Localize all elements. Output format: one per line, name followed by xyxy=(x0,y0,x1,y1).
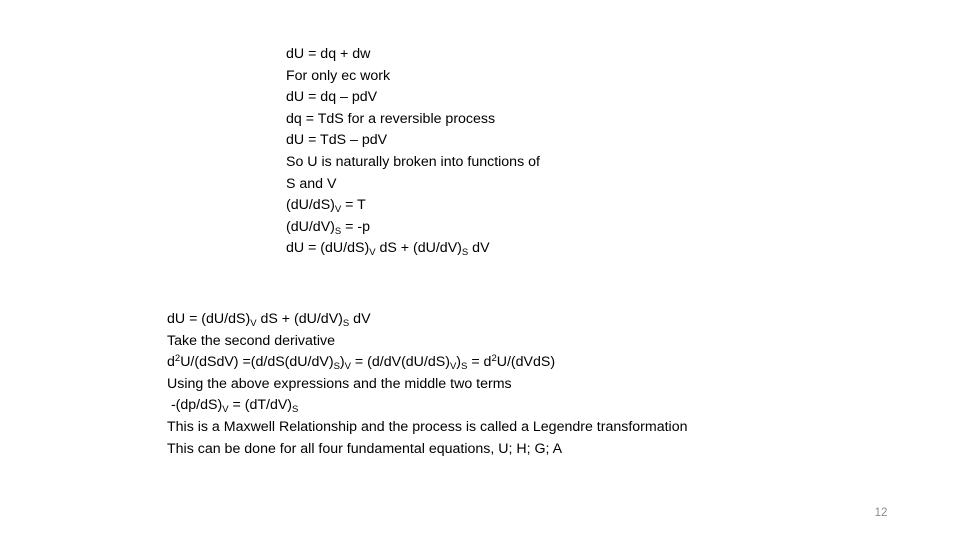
text-line: Take the second derivative xyxy=(167,332,335,349)
text-line: Using the above expressions and the midd… xyxy=(167,375,512,392)
equation-line: dU = (dU/dS)V dS + (dU/dV)S dV xyxy=(167,311,371,329)
text-line: dU = dq – pdV xyxy=(286,89,378,106)
equations-block-bottom: dU = (dU/dS)V dS + (dU/dV)S dV Take the … xyxy=(167,309,687,460)
text-line: This can be done for all four fundamenta… xyxy=(167,440,563,457)
slide-number: 12 xyxy=(874,507,888,519)
equation-line: d2U/(dSdV) =(d/dS(dU/dV)S)V = (d/dV(dU/d… xyxy=(167,353,556,373)
text-line: This is a Maxwell Relationship and the p… xyxy=(167,418,688,435)
text-line: For only ec work xyxy=(286,67,391,84)
equation-line: (dU/dV)S = -p xyxy=(286,218,371,237)
equation-line: dU = (dU/dS)V dS + (dU/dV)S dV xyxy=(286,240,490,259)
equation-line: (dU/dS)V = T xyxy=(286,197,366,216)
text-line: S and V xyxy=(286,175,337,192)
text-line: dq = TdS for a reversible process xyxy=(286,110,496,127)
text-line: dU = dq + dw xyxy=(286,46,371,62)
equations-block-top: dU = dq + dw For only ec work dU = dq – … xyxy=(286,44,540,260)
text-line: dU = TdS – pdV xyxy=(286,132,388,149)
equation-line: -(dp/dS)V = (dT/dV)S xyxy=(167,397,299,416)
text-line: So U is naturally broken into functions … xyxy=(286,153,540,170)
